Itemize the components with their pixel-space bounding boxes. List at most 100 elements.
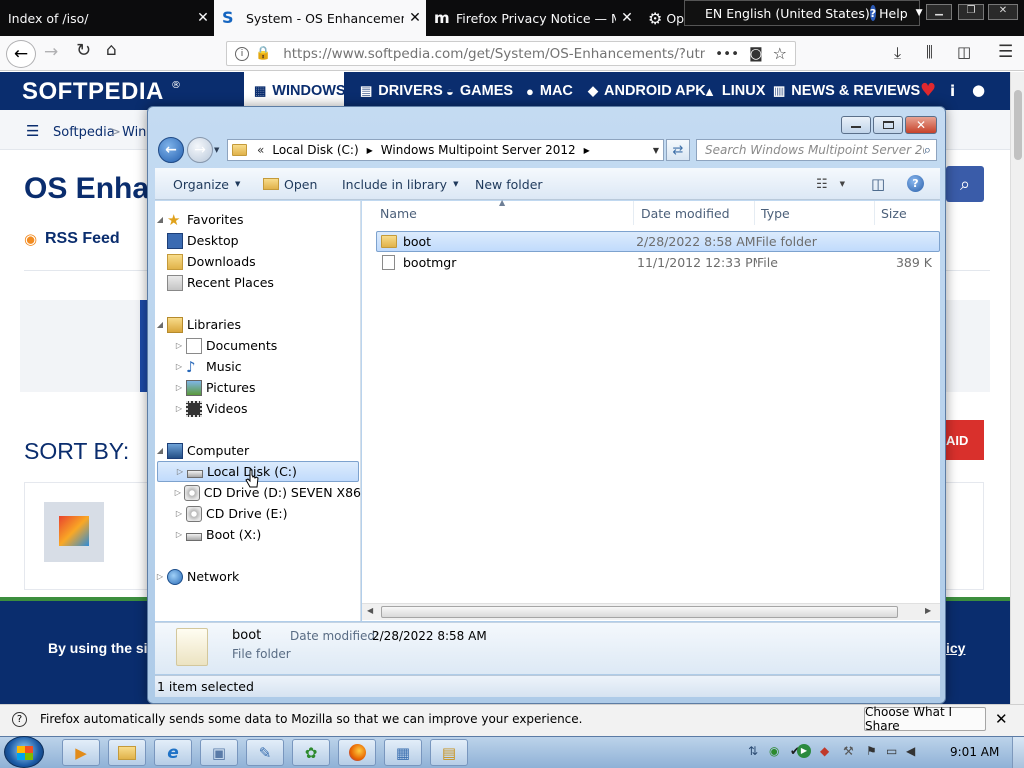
column-header-size[interactable]: Size (875, 201, 940, 225)
restore-button[interactable]: ❐ (958, 4, 984, 20)
pocket-icon[interactable]: ◙ (749, 46, 763, 62)
nav-computer[interactable]: ◢ Computer (155, 440, 361, 461)
nav-music[interactable]: ▷ ♪ Music (155, 356, 361, 377)
expand-arrow-icon[interactable]: ◢ (155, 446, 165, 455)
info-icon[interactable]: i (950, 82, 955, 100)
menu-icon[interactable]: ☰ (26, 122, 39, 140)
tray-volume-icon[interactable]: ◀ (906, 744, 915, 758)
tab-index-iso[interactable]: Index of /iso/ ✕ (0, 0, 214, 36)
start-button[interactable] (4, 736, 44, 768)
address-segment-local-disk[interactable]: Local Disk (C:) (272, 143, 358, 157)
address-segment-multipoint[interactable]: Windows Multipoint Server 2012 (381, 143, 576, 157)
nav-documents[interactable]: ▷ Documents (155, 335, 361, 356)
search-input[interactable]: Search Windows Multipoint Server 2012 ⌕ (696, 139, 937, 161)
nav-libraries[interactable]: ◢ Libraries (155, 314, 361, 335)
nav-videos[interactable]: ▷ Videos (155, 398, 361, 419)
explorer-back-button[interactable]: ← (158, 137, 184, 163)
nav-mac[interactable]: ● MAC (526, 72, 573, 110)
language-bar[interactable]: EN English (United States) ? Help ▼ (684, 0, 923, 26)
search-icon[interactable]: ⌕ (946, 166, 984, 202)
forward-arrow-icon[interactable]: → (44, 42, 58, 62)
taskbar-explorer[interactable] (108, 739, 146, 766)
download-icon[interactable]: ⤓ (894, 43, 901, 63)
nav-favorites[interactable]: ◢ ★ Favorites (155, 209, 361, 230)
user-icon[interactable]: ● (972, 81, 985, 99)
taskbar-ie[interactable]: e (154, 739, 192, 766)
address-dropdown-chevron-icon[interactable]: ▼ (653, 146, 659, 155)
library-icon[interactable]: ⫼ (926, 43, 933, 61)
preview-pane-icon[interactable]: ◫ (871, 168, 885, 200)
open-button[interactable]: Open (263, 168, 317, 200)
address-bar[interactable]: « Local Disk (C:) ▶ Windows Multipoint S… (227, 139, 664, 161)
breadcrumb-softpedia[interactable]: Softpedia (53, 125, 115, 140)
help-icon[interactable]: ? (907, 175, 924, 192)
url-bar[interactable]: i 🔒 https://www.softpedia.com/get/System… (226, 41, 796, 66)
nav-recent-places[interactable]: Recent Places (155, 272, 361, 293)
tab-options[interactable]: ⚙ Op (640, 0, 684, 36)
organize-button[interactable]: Organize ▼ (173, 168, 240, 200)
tray-security-icon[interactable]: ◉ (769, 744, 779, 758)
expand-arrow-icon[interactable]: ▷ (174, 383, 184, 392)
expand-arrow-icon[interactable]: ▷ (175, 467, 185, 476)
taskbar-control[interactable]: ▣ (200, 739, 238, 766)
tray-alert-icon[interactable]: ◆ (820, 744, 829, 758)
nav-pictures[interactable]: ▷ Pictures (155, 377, 361, 398)
nav-android[interactable]: ◆ ANDROID APK (588, 72, 706, 110)
new-folder-button[interactable]: New folder (475, 168, 543, 200)
chevron-right-icon[interactable]: ▶ (367, 146, 373, 155)
refresh-icon[interactable]: ⇄ (666, 139, 690, 161)
help-label[interactable]: Help (879, 6, 908, 21)
table-row[interactable]: bootmgr 11/1/2012 12:33 PM File 389 K (376, 252, 940, 273)
close-notification-icon[interactable]: ✕ (995, 710, 1008, 728)
bookmark-star-icon[interactable]: ☆ (773, 44, 787, 63)
expand-arrow-icon[interactable]: ▷ (174, 362, 184, 371)
scroll-right-icon[interactable]: ▶ (925, 606, 931, 615)
expand-arrow-icon[interactable]: ▷ (174, 509, 184, 518)
tab-firefox-privacy[interactable]: m Firefox Privacy Notice — Mozil ✕ (426, 0, 638, 36)
explorer-maximize-button[interactable] (873, 116, 903, 134)
chevron-right-icon[interactable]: ▶ (584, 146, 590, 155)
nav-boot-x[interactable]: ▷ Boot (X:) (155, 524, 361, 545)
taskbar-clock[interactable]: 9:01 AM (950, 745, 999, 759)
taskbar-archive[interactable]: ▤ (430, 739, 468, 766)
minimize-button[interactable]: ▁ (926, 4, 952, 20)
taskbar-app[interactable]: ✿ (292, 739, 330, 766)
hamburger-menu-icon[interactable]: ☰ (998, 42, 1013, 62)
tray-tool-icon[interactable]: ⚒ (843, 744, 854, 758)
tray-display-icon[interactable]: ▭ (886, 744, 897, 758)
scrollbar-thumb[interactable] (1014, 90, 1022, 160)
tray-flag-icon[interactable]: ⚑ (866, 744, 877, 758)
views-button[interactable]: ☷ ▼ (816, 168, 845, 200)
sidebar-icon[interactable]: ◫ (957, 43, 971, 61)
tray-play-icon[interactable]: ▶ (797, 744, 811, 758)
close-tab-icon[interactable]: ✕ (616, 10, 638, 26)
url-text[interactable]: https://www.softpedia.com/get/System/OS-… (283, 46, 705, 62)
scroll-left-icon[interactable]: ◀ (367, 606, 373, 615)
expand-arrow-icon[interactable]: ▷ (174, 404, 184, 413)
explorer-close-button[interactable]: ✕ (905, 116, 937, 134)
show-desktop-button[interactable] (1012, 737, 1024, 768)
tab-softpedia[interactable]: S System - OS Enhancements Downl ✕ (214, 0, 426, 36)
expand-arrow-icon[interactable]: ▷ (155, 572, 165, 581)
nav-news[interactable]: ▥ NEWS & REVIEWS (773, 72, 920, 110)
tray-network-icon[interactable]: ⇅ (748, 744, 758, 758)
page-scrollbar[interactable] (1010, 72, 1024, 704)
close-tab-icon[interactable]: ✕ (192, 10, 214, 26)
explorer-forward-button[interactable]: → (187, 137, 213, 163)
nav-games[interactable]: ◒ GAMES (446, 72, 513, 110)
heart-icon[interactable]: ♥ (920, 80, 936, 101)
nav-windows[interactable]: ▦ WINDOWS (244, 72, 346, 110)
nav-cd-drive-e[interactable]: ▷ CD Drive (E:) (155, 503, 361, 524)
scrollbar-thumb[interactable] (381, 606, 898, 618)
close-window-button[interactable]: ✕ (988, 4, 1018, 20)
close-tab-icon[interactable]: ✕ (404, 10, 426, 26)
expand-arrow-icon[interactable]: ◢ (155, 320, 165, 329)
nav-network[interactable]: ▷ Network (155, 566, 361, 587)
expand-arrow-icon[interactable]: ▷ (174, 530, 184, 539)
expand-arrow-icon[interactable]: ▷ (174, 488, 182, 497)
paid-button[interactable]: AID (946, 420, 984, 460)
explorer-minimize-button[interactable] (841, 116, 871, 134)
reload-icon[interactable]: ↻ (76, 40, 91, 61)
expand-arrow-icon[interactable]: ◢ (155, 215, 165, 224)
table-row[interactable]: boot 2/28/2022 8:58 AM File folder (376, 231, 940, 252)
